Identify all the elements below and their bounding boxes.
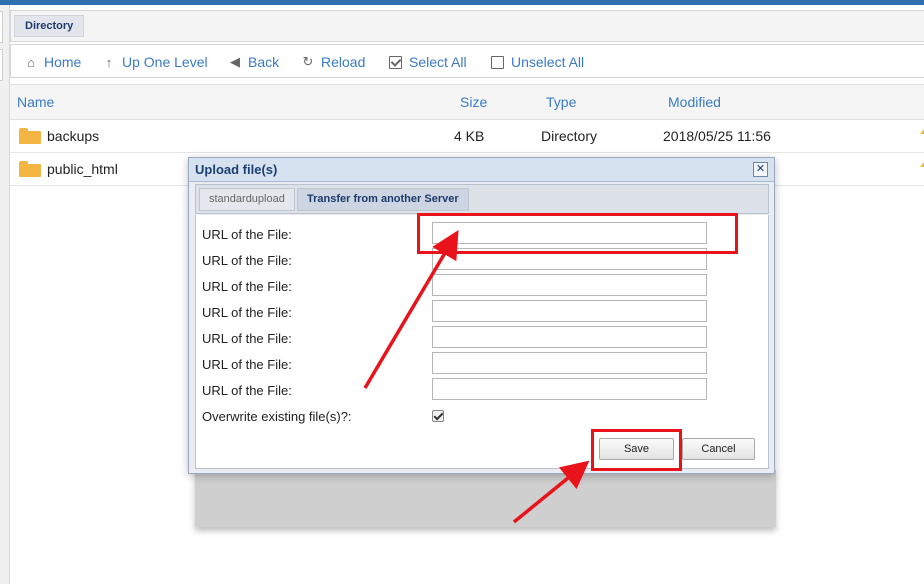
column-modified[interactable]: Modified xyxy=(668,94,721,110)
url-input-5[interactable] xyxy=(432,326,707,348)
row-marker-icon xyxy=(920,162,924,167)
file-name[interactable]: public_html xyxy=(47,161,118,177)
cancel-button[interactable]: Cancel xyxy=(682,438,755,460)
file-type: Directory xyxy=(541,128,598,144)
dialog-tabs: standardupload Transfer from another Ser… xyxy=(195,184,769,214)
file-modified: 2018/05/25 11:56 xyxy=(663,128,771,144)
home-icon: ⌂ xyxy=(27,54,35,70)
url-label: URL of the File: xyxy=(202,305,292,320)
folder-icon xyxy=(19,128,41,144)
row-marker-icon xyxy=(920,129,924,134)
home-label: Home xyxy=(44,54,82,70)
url-input-6[interactable] xyxy=(432,352,707,374)
back-label: Back xyxy=(248,54,280,70)
close-icon[interactable]: ✕ xyxy=(753,162,768,177)
select-all-label: Select All xyxy=(409,54,467,70)
file-list-header: Name Size Type Modified xyxy=(10,84,924,120)
url-input-7[interactable] xyxy=(432,378,707,400)
home-button[interactable]: ⌂ Home xyxy=(23,45,81,79)
save-button[interactable]: Save xyxy=(599,438,674,460)
tab-standardupload[interactable]: standardupload xyxy=(199,188,295,211)
url-input-2[interactable] xyxy=(432,248,707,270)
overwrite-label: Overwrite existing file(s)?: xyxy=(202,409,352,424)
up-one-level-label: Up One Level xyxy=(122,54,208,70)
url-input-4[interactable] xyxy=(432,300,707,322)
reload-button[interactable]: ↻ Reload xyxy=(300,45,366,79)
dialog-body: URL of the File: URL of the File: URL of… xyxy=(195,215,769,469)
url-label: URL of the File: xyxy=(202,331,292,346)
dialog-title: Upload file(s) xyxy=(195,162,278,177)
url-input-3[interactable] xyxy=(432,274,707,296)
column-name[interactable]: Name xyxy=(17,94,54,110)
back-button[interactable]: ◀ Back xyxy=(227,45,279,79)
reload-label: Reload xyxy=(321,54,366,70)
url-label: URL of the File: xyxy=(202,227,292,242)
left-rail-handle xyxy=(0,49,3,81)
checked-box-icon xyxy=(389,55,402,69)
empty-box-icon xyxy=(491,55,504,69)
top-accent-bar xyxy=(0,0,924,5)
arrow-up-icon: ↑ xyxy=(105,54,113,70)
select-all-button[interactable]: Select All xyxy=(389,45,467,79)
left-rail-handle xyxy=(0,11,3,43)
overwrite-checkbox[interactable] xyxy=(432,410,444,422)
folder-icon xyxy=(19,161,41,177)
table-row[interactable]: backups 4 KB Directory 2018/05/25 11:56 xyxy=(10,120,924,153)
reload-icon: ↻ xyxy=(302,54,314,69)
url-label: URL of the File: xyxy=(202,383,292,398)
unselect-all-label: Unselect All xyxy=(511,54,585,70)
dialog-title-bar[interactable]: Upload file(s) ✕ xyxy=(189,158,774,182)
upload-dialog: Upload file(s) ✕ standardupload Transfer… xyxy=(188,157,775,474)
column-size[interactable]: Size xyxy=(460,94,487,110)
column-type[interactable]: Type xyxy=(546,94,576,110)
file-size: 4 KB xyxy=(454,128,485,144)
directory-bar: Directory xyxy=(10,10,924,42)
url-input-1[interactable] xyxy=(432,222,707,244)
unselect-all-button[interactable]: Unselect All xyxy=(491,45,584,79)
back-arrow-icon: ◀ xyxy=(230,54,240,69)
file-name[interactable]: backups xyxy=(47,128,99,144)
directory-tab[interactable]: Directory xyxy=(14,15,85,37)
url-label: URL of the File: xyxy=(202,357,292,372)
up-one-level-button[interactable]: ↑ Up One Level xyxy=(101,45,208,79)
tab-transfer-from-server[interactable]: Transfer from another Server xyxy=(297,188,469,211)
url-label: URL of the File: xyxy=(202,253,292,268)
url-label: URL of the File: xyxy=(202,279,292,294)
left-rail xyxy=(0,5,10,584)
file-toolbar: ⌂ Home ↑ Up One Level ◀ Back ↻ Reload Se… xyxy=(10,44,924,78)
dialog-backdrop-panel xyxy=(195,470,776,527)
